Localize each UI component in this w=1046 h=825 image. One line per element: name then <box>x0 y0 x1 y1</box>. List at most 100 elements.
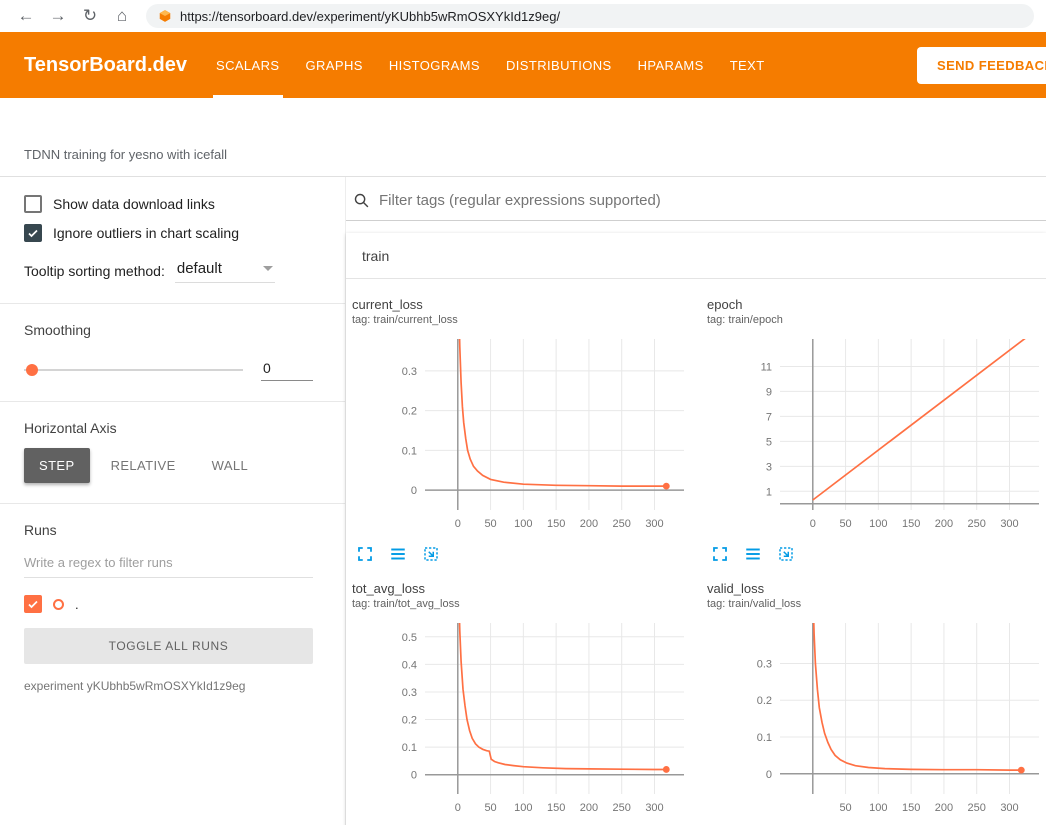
tooltip-sorting-label: Tooltip sorting method: <box>24 263 165 279</box>
svg-text:0.2: 0.2 <box>757 695 772 707</box>
svg-text:250: 250 <box>968 518 986 530</box>
svg-text:11: 11 <box>761 361 772 373</box>
svg-text:300: 300 <box>645 518 663 530</box>
chart-title: epoch <box>705 297 1045 312</box>
tab-hparams[interactable]: HPARAMS <box>625 32 717 98</box>
svg-text:50: 50 <box>839 802 851 814</box>
tab-distributions[interactable]: DISTRIBUTIONS <box>493 32 625 98</box>
experiment-id: experiment yKUbhb5wRmOSXYkId1z9eg <box>24 679 313 693</box>
svg-text:200: 200 <box>580 802 598 814</box>
show-download-links-checkbox[interactable] <box>24 195 42 213</box>
svg-text:150: 150 <box>547 518 565 530</box>
axis-wall-button[interactable]: WALL <box>197 448 264 483</box>
horizontal-axis-label: Horizontal Axis <box>24 420 313 436</box>
svg-text:200: 200 <box>935 802 953 814</box>
tab-text[interactable]: TEXT <box>717 32 778 98</box>
tab-scalars[interactable]: SCALARS <box>203 32 293 98</box>
tooltip-sorting-dropdown[interactable]: default <box>175 258 275 283</box>
run-list-item[interactable]: . <box>24 595 313 613</box>
back-icon[interactable]: ← <box>12 0 40 32</box>
smoothing-value-input[interactable] <box>261 358 313 381</box>
chart-title: current_loss <box>350 297 690 312</box>
site-favicon <box>158 9 172 23</box>
line-chart-valid_loss[interactable]: 00.10.20.350100150200250300 <box>705 618 1045 820</box>
url-text: https://tensorboard.dev/experiment/yKUbh… <box>180 9 560 24</box>
tab-graphs[interactable]: GRAPHS <box>293 32 376 98</box>
show-download-links-row[interactable]: Show data download links <box>24 195 313 213</box>
svg-text:0: 0 <box>810 518 816 530</box>
svg-text:100: 100 <box>869 802 887 814</box>
svg-text:200: 200 <box>935 518 953 530</box>
general-settings-section: Show data download links Ignore outliers… <box>0 177 345 304</box>
svg-text:50: 50 <box>484 518 496 530</box>
send-feedback-button[interactable]: SEND FEEDBACK <box>917 47 1046 84</box>
tooltip-sorting-value: default <box>177 260 222 277</box>
chart-card: tot_avg_losstag: train/tot_avg_loss00.10… <box>350 581 690 825</box>
tag-group-title: train <box>362 248 389 264</box>
svg-text:50: 50 <box>839 518 851 530</box>
experiment-description-bar: TDNN training for yesno with icefall <box>0 98 1046 177</box>
tag-group-card: train current_losstag: train/current_los… <box>346 233 1046 825</box>
run-color-swatch <box>53 599 64 610</box>
svg-text:0: 0 <box>455 518 461 530</box>
run-checkbox[interactable] <box>24 595 42 613</box>
address-bar[interactable]: https://tensorboard.dev/experiment/yKUbh… <box>146 4 1034 28</box>
svg-text:0.3: 0.3 <box>757 658 772 670</box>
svg-text:300: 300 <box>1000 518 1018 530</box>
reload-icon[interactable]: ↻ <box>76 0 104 32</box>
check-icon <box>27 598 39 610</box>
smoothing-section: Smoothing <box>0 304 345 402</box>
axis-step-button[interactable]: STEP <box>24 448 90 483</box>
home-icon[interactable]: ⌂ <box>108 0 136 32</box>
ignore-outliers-checkbox[interactable] <box>24 224 42 242</box>
tag-group-header[interactable]: train <box>346 233 1046 279</box>
svg-text:0.1: 0.1 <box>757 732 772 744</box>
chart-card: epochtag: train/epoch1357911050100150200… <box>705 297 1045 563</box>
line-chart-tot_avg_loss[interactable]: 00.10.20.30.40.5050100150200250300 <box>350 618 690 820</box>
svg-text:0: 0 <box>455 802 461 814</box>
svg-text:150: 150 <box>902 518 920 530</box>
ignore-outliers-row[interactable]: Ignore outliers in chart scaling <box>24 224 313 242</box>
browser-toolbar: ← → ↻ ⌂ https://tensorboard.dev/experime… <box>0 0 1046 32</box>
svg-text:3: 3 <box>766 461 772 473</box>
toggle-all-runs-button[interactable]: TOGGLE ALL RUNS <box>24 628 313 664</box>
svg-text:200: 200 <box>580 518 598 530</box>
line-chart-current_loss[interactable]: 00.10.20.3050100150200250300 <box>350 334 690 536</box>
check-icon <box>27 227 39 239</box>
fullscreen-icon[interactable] <box>356 545 374 563</box>
forward-icon[interactable]: → <box>44 0 72 32</box>
svg-text:100: 100 <box>514 802 532 814</box>
ignore-outliers-label: Ignore outliers in chart scaling <box>53 225 239 241</box>
svg-text:0.2: 0.2 <box>402 715 417 727</box>
svg-text:300: 300 <box>1000 802 1018 814</box>
svg-text:150: 150 <box>547 802 565 814</box>
line-chart-epoch[interactable]: 1357911050100150200250300 <box>705 334 1045 536</box>
chart-tag: tag: train/tot_avg_loss <box>350 598 690 610</box>
fit-domain-icon[interactable] <box>777 545 795 563</box>
smoothing-slider[interactable] <box>24 369 243 371</box>
svg-text:250: 250 <box>613 518 631 530</box>
svg-text:50: 50 <box>484 802 496 814</box>
y-axis-toggle-icon[interactable] <box>744 545 762 563</box>
svg-text:100: 100 <box>869 518 887 530</box>
smoothing-slider-thumb[interactable] <box>26 364 38 376</box>
tab-histograms[interactable]: HISTOGRAMS <box>376 32 493 98</box>
smoothing-label: Smoothing <box>24 322 313 338</box>
chart-toolbar <box>350 545 690 563</box>
chevron-down-icon <box>263 266 273 276</box>
app-logo: TensorBoard.dev <box>24 54 187 77</box>
fullscreen-icon[interactable] <box>711 545 729 563</box>
svg-text:300: 300 <box>645 802 663 814</box>
search-icon <box>353 192 370 209</box>
chart-toolbar <box>705 545 1045 563</box>
experiment-description: TDNN training for yesno with icefall <box>24 147 227 162</box>
y-axis-toggle-icon[interactable] <box>389 545 407 563</box>
svg-text:0.3: 0.3 <box>402 366 417 378</box>
axis-relative-button[interactable]: RELATIVE <box>96 448 191 483</box>
runs-filter-input[interactable] <box>24 555 313 570</box>
chart-grid: current_losstag: train/current_loss00.10… <box>346 279 1046 825</box>
svg-text:150: 150 <box>902 802 920 814</box>
filter-tags-input[interactable] <box>379 192 1046 209</box>
fit-domain-icon[interactable] <box>422 545 440 563</box>
svg-text:0: 0 <box>411 770 417 782</box>
